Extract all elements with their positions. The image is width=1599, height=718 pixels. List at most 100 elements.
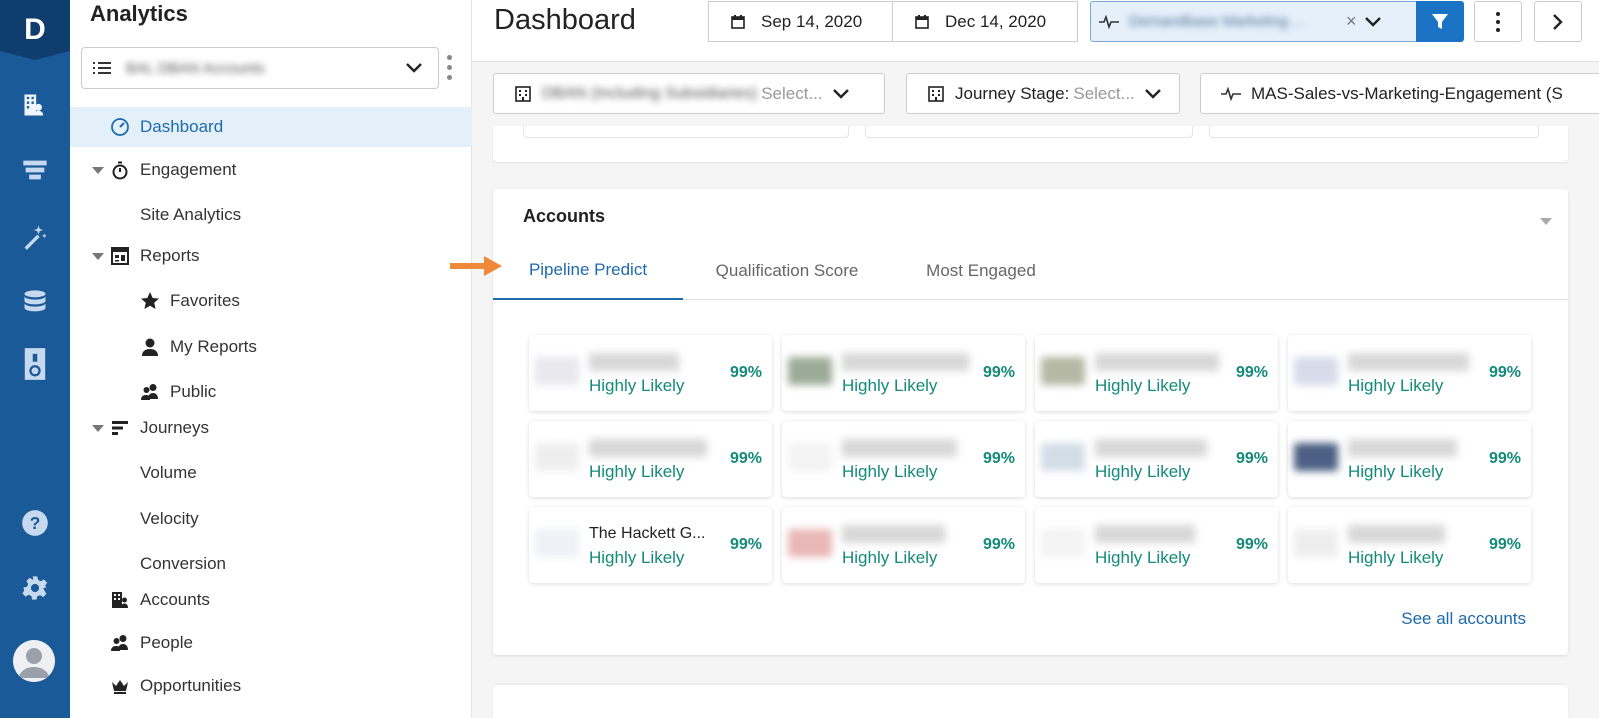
next-card xyxy=(493,685,1568,718)
funnel-icon[interactable] xyxy=(20,155,50,185)
account-tile[interactable]: Highly Likely 99% xyxy=(1288,507,1531,583)
account-tile[interactable]: Highly Likely 99% xyxy=(1288,335,1531,411)
account-likelihood: Highly Likely xyxy=(589,376,685,395)
nav-item-conversion[interactable]: Conversion xyxy=(70,544,472,584)
pulse-icon xyxy=(1221,86,1241,101)
engagement-value: MAS-Sales-vs-Marketing-Engagement (S xyxy=(1251,83,1563,103)
account-tile[interactable]: Highly Likely 99% xyxy=(529,335,772,411)
account-tile[interactable]: The Hackett G... Highly Likely 99% xyxy=(529,507,772,583)
account-likelihood: Highly Likely xyxy=(842,462,938,481)
account-tile[interactable]: Highly Likely 99% xyxy=(1035,421,1278,497)
account-score: 99% xyxy=(982,536,1015,553)
nav-item-accounts[interactable]: Accounts xyxy=(70,580,472,620)
nav-item-label: Dashboard xyxy=(140,117,224,136)
nav-item-volume[interactable]: Volume xyxy=(70,453,472,493)
chevron-down-icon xyxy=(406,63,422,73)
account-name xyxy=(1095,439,1207,457)
account-likelihood: Highly Likely xyxy=(842,548,938,567)
account-name xyxy=(842,525,945,543)
engagement-filter[interactable]: MAS-Sales-vs-Marketing-Engagement (S xyxy=(1200,73,1599,114)
account-list-menu-icon[interactable] xyxy=(442,52,456,82)
account-tile[interactable]: Highly Likely 99% xyxy=(782,421,1025,497)
crown-icon xyxy=(110,676,130,696)
database-icon[interactable] xyxy=(20,287,50,317)
account-score: 99% xyxy=(1488,450,1521,467)
nav-item-label: Reports xyxy=(140,246,200,265)
nav-item-dashboard[interactable]: Dashboard xyxy=(70,107,472,147)
previous-card xyxy=(493,126,1568,162)
user-avatar[interactable] xyxy=(13,640,55,682)
tab-pipeline-predict[interactable]: Pipeline Predict xyxy=(450,241,683,300)
account-name: The Hackett G... xyxy=(589,525,706,542)
account-score: 99% xyxy=(982,450,1015,467)
next-button[interactable] xyxy=(1534,1,1582,42)
account-name xyxy=(842,439,957,457)
nav-item-label: People xyxy=(140,633,193,652)
help-icon[interactable]: ? xyxy=(20,508,50,538)
nav-item-label: Volume xyxy=(140,463,197,482)
account-list-select[interactable]: BAL DBAN Accounts xyxy=(81,47,439,89)
account-tile[interactable]: Highly Likely 99% xyxy=(782,507,1025,583)
people-icon xyxy=(110,633,130,653)
nav-item-velocity[interactable]: Velocity xyxy=(70,499,472,539)
nav-item-favorites[interactable]: Favorites xyxy=(70,281,472,321)
account-logo xyxy=(1294,357,1338,385)
nav-item-journeys[interactable]: Journeys xyxy=(70,408,472,448)
nav-item-site-analytics[interactable]: Site Analytics xyxy=(70,195,472,235)
start-date: Sep 14, 2020 xyxy=(761,11,863,31)
see-all-accounts-link[interactable]: See all accounts xyxy=(1401,609,1526,629)
segment-name: Demandbase Marketing ... xyxy=(1129,13,1305,30)
nav-item-opportunities[interactable]: Opportunities xyxy=(70,666,472,706)
chevron-down-icon xyxy=(1144,88,1161,99)
account-logo xyxy=(788,443,832,471)
account-logo xyxy=(535,357,579,385)
list-icon xyxy=(93,62,111,74)
badge-icon[interactable] xyxy=(20,346,50,382)
person-icon xyxy=(140,337,160,357)
calendar-icon xyxy=(915,14,929,29)
journey-stage-filter[interactable]: Journey Stage: Select... xyxy=(906,73,1180,114)
account-score: 99% xyxy=(729,450,762,467)
account-tile[interactable]: Highly Likely 99% xyxy=(1035,507,1278,583)
account-score: 99% xyxy=(982,364,1015,381)
account-tile[interactable]: Highly Likely 99% xyxy=(782,335,1025,411)
nav-item-label: Engagement xyxy=(140,160,237,179)
account-likelihood: Highly Likely xyxy=(1095,376,1191,395)
magic-wand-icon[interactable] xyxy=(20,222,50,252)
segment-select[interactable]: Demandbase Marketing ... × xyxy=(1090,1,1418,42)
page-title: Dashboard xyxy=(494,4,636,36)
start-date-picker[interactable]: Sep 14, 2020 xyxy=(708,1,893,42)
app-logo[interactable]: D xyxy=(0,0,70,60)
nav-item-my-reports[interactable]: My Reports xyxy=(70,327,472,367)
star-icon xyxy=(140,291,160,311)
account-logo xyxy=(1041,443,1085,471)
account-logo xyxy=(535,529,579,557)
analytics-icon[interactable] xyxy=(20,90,50,120)
tab-most-engaged[interactable]: Most Engaged xyxy=(906,241,1056,300)
account-tile[interactable]: Highly Likely 99% xyxy=(1035,335,1278,411)
gear-icon[interactable] xyxy=(20,573,50,603)
accounts-card: Accounts Pipeline Predict Qualification … xyxy=(450,189,1568,655)
account-tile[interactable]: Highly Likely 99% xyxy=(1288,421,1531,497)
tab-qualification-score[interactable]: Qualification Score xyxy=(698,241,876,300)
nav-item-engagement[interactable]: Engagement xyxy=(70,150,472,190)
clear-icon[interactable]: × xyxy=(1346,11,1357,32)
nav-item-people[interactable]: People xyxy=(70,623,472,663)
nav-item-reports[interactable]: Reports xyxy=(70,236,472,276)
account-name xyxy=(1095,525,1195,543)
account-name xyxy=(1348,525,1445,543)
gauge-icon xyxy=(110,117,130,137)
more-options-button[interactable] xyxy=(1474,1,1522,42)
journey-stage-label: Journey Stage: xyxy=(955,83,1070,103)
building-icon xyxy=(515,85,531,102)
filter-button[interactable] xyxy=(1416,1,1464,42)
account-score: 99% xyxy=(1235,536,1268,553)
end-date-picker[interactable]: Dec 14, 2020 xyxy=(892,1,1078,42)
account-tile[interactable]: Highly Likely 99% xyxy=(529,421,772,497)
nav-item-public[interactable]: Public xyxy=(70,372,472,412)
organization-filter[interactable]: DBAN (Including Subsidiaries) Select... xyxy=(493,73,885,114)
collapse-caret-icon[interactable] xyxy=(1540,218,1552,225)
account-name xyxy=(589,353,679,371)
pulse-icon xyxy=(1099,14,1119,29)
chevron-down-icon[interactable] xyxy=(1364,16,1381,27)
